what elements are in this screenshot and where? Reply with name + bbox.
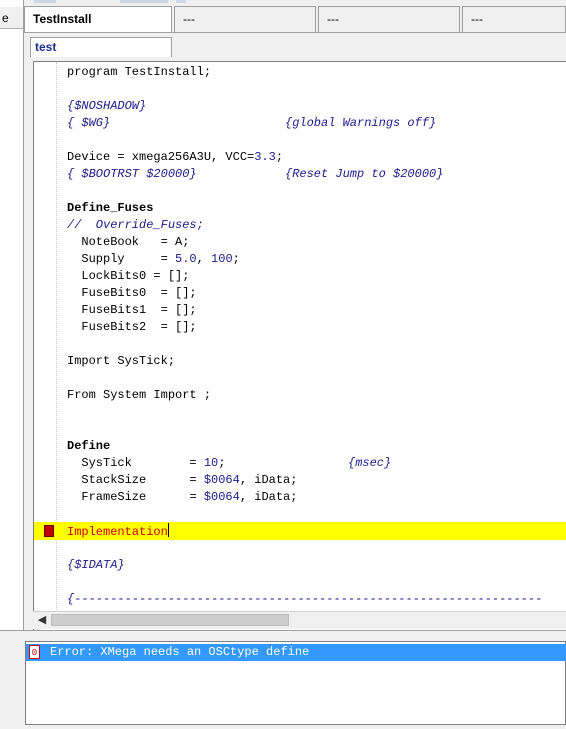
code-line: {$NOSHADOW} [67,99,147,113]
scrollbar-thumb[interactable] [51,614,289,626]
tab-empty-3[interactable]: --- [462,6,566,32]
tab-empty-2[interactable]: --- [318,6,460,32]
code-line: {$IDATA} [67,558,125,572]
tab-test[interactable]: test [30,37,172,57]
message-text: Error: XMega needs an OSCtype define [50,645,310,659]
text-caret [167,523,169,537]
panel-splitter[interactable] [0,630,566,641]
tab-testinstall[interactable]: TestInstall [24,6,172,33]
code-line: program TestInstall; [67,65,212,79]
code-line: From System Import ; [67,388,212,402]
code-line: StackSize = $0064, iData; [67,473,298,487]
code-line: FrameSize = $0064, iData; [67,490,298,504]
horizontal-scrollbar[interactable]: ◀ [33,611,566,629]
code-line: FuseBits1 = []; [67,303,197,317]
code-line: Device = xmega256A3U, VCC=3.3; [67,150,284,164]
code-line: Define [67,439,111,453]
subtab-row: test [24,32,566,59]
message-row-selected[interactable]: 0 Error: XMega needs an OSCtype define [26,644,566,661]
code-line: LockBits0 = []; [67,269,190,283]
messages-panel: 0 Error: XMega needs an OSCtype define [25,641,566,725]
code-line: Import SysTick; [67,354,176,368]
code-line: FuseBits2 = []; [67,320,197,334]
code-line-current: Implementation [67,523,169,539]
bottom-strip [0,725,566,729]
tab-empty-1[interactable]: --- [174,6,316,32]
code-line: FuseBits0 = []; [67,286,197,300]
code-line: SysTick = 10; {msec} [67,456,392,470]
code-text-area[interactable]: program TestInstall; {$NOSHADOW} { $WG}{… [34,62,566,612]
code-line: { $WG} {global Warnings off} [67,116,437,130]
code-line: // Override_Fuses; [67,218,204,232]
scroll-left-icon[interactable]: ◀ [35,612,49,629]
code-editor[interactable]: program TestInstall; {$NOSHADOW} { $WG}{… [33,61,566,630]
top-toolbar-strip [0,0,566,5]
error-icon: 0 [29,645,40,659]
code-line: Define_Fuses [67,201,154,215]
left-panel-tab[interactable]: e [0,7,23,29]
code-line: NoteBook = A; [67,235,190,249]
code-line: {---------------------------------------… [67,592,543,606]
left-side-panel: e [0,0,24,640]
code-line: Supply = 5.0, 100; [67,252,240,266]
code-line: { $BOOTRST $20000} {Reset Jump to $20000} [67,167,444,181]
file-tabs: TestInstall --- --- --- [24,6,566,33]
